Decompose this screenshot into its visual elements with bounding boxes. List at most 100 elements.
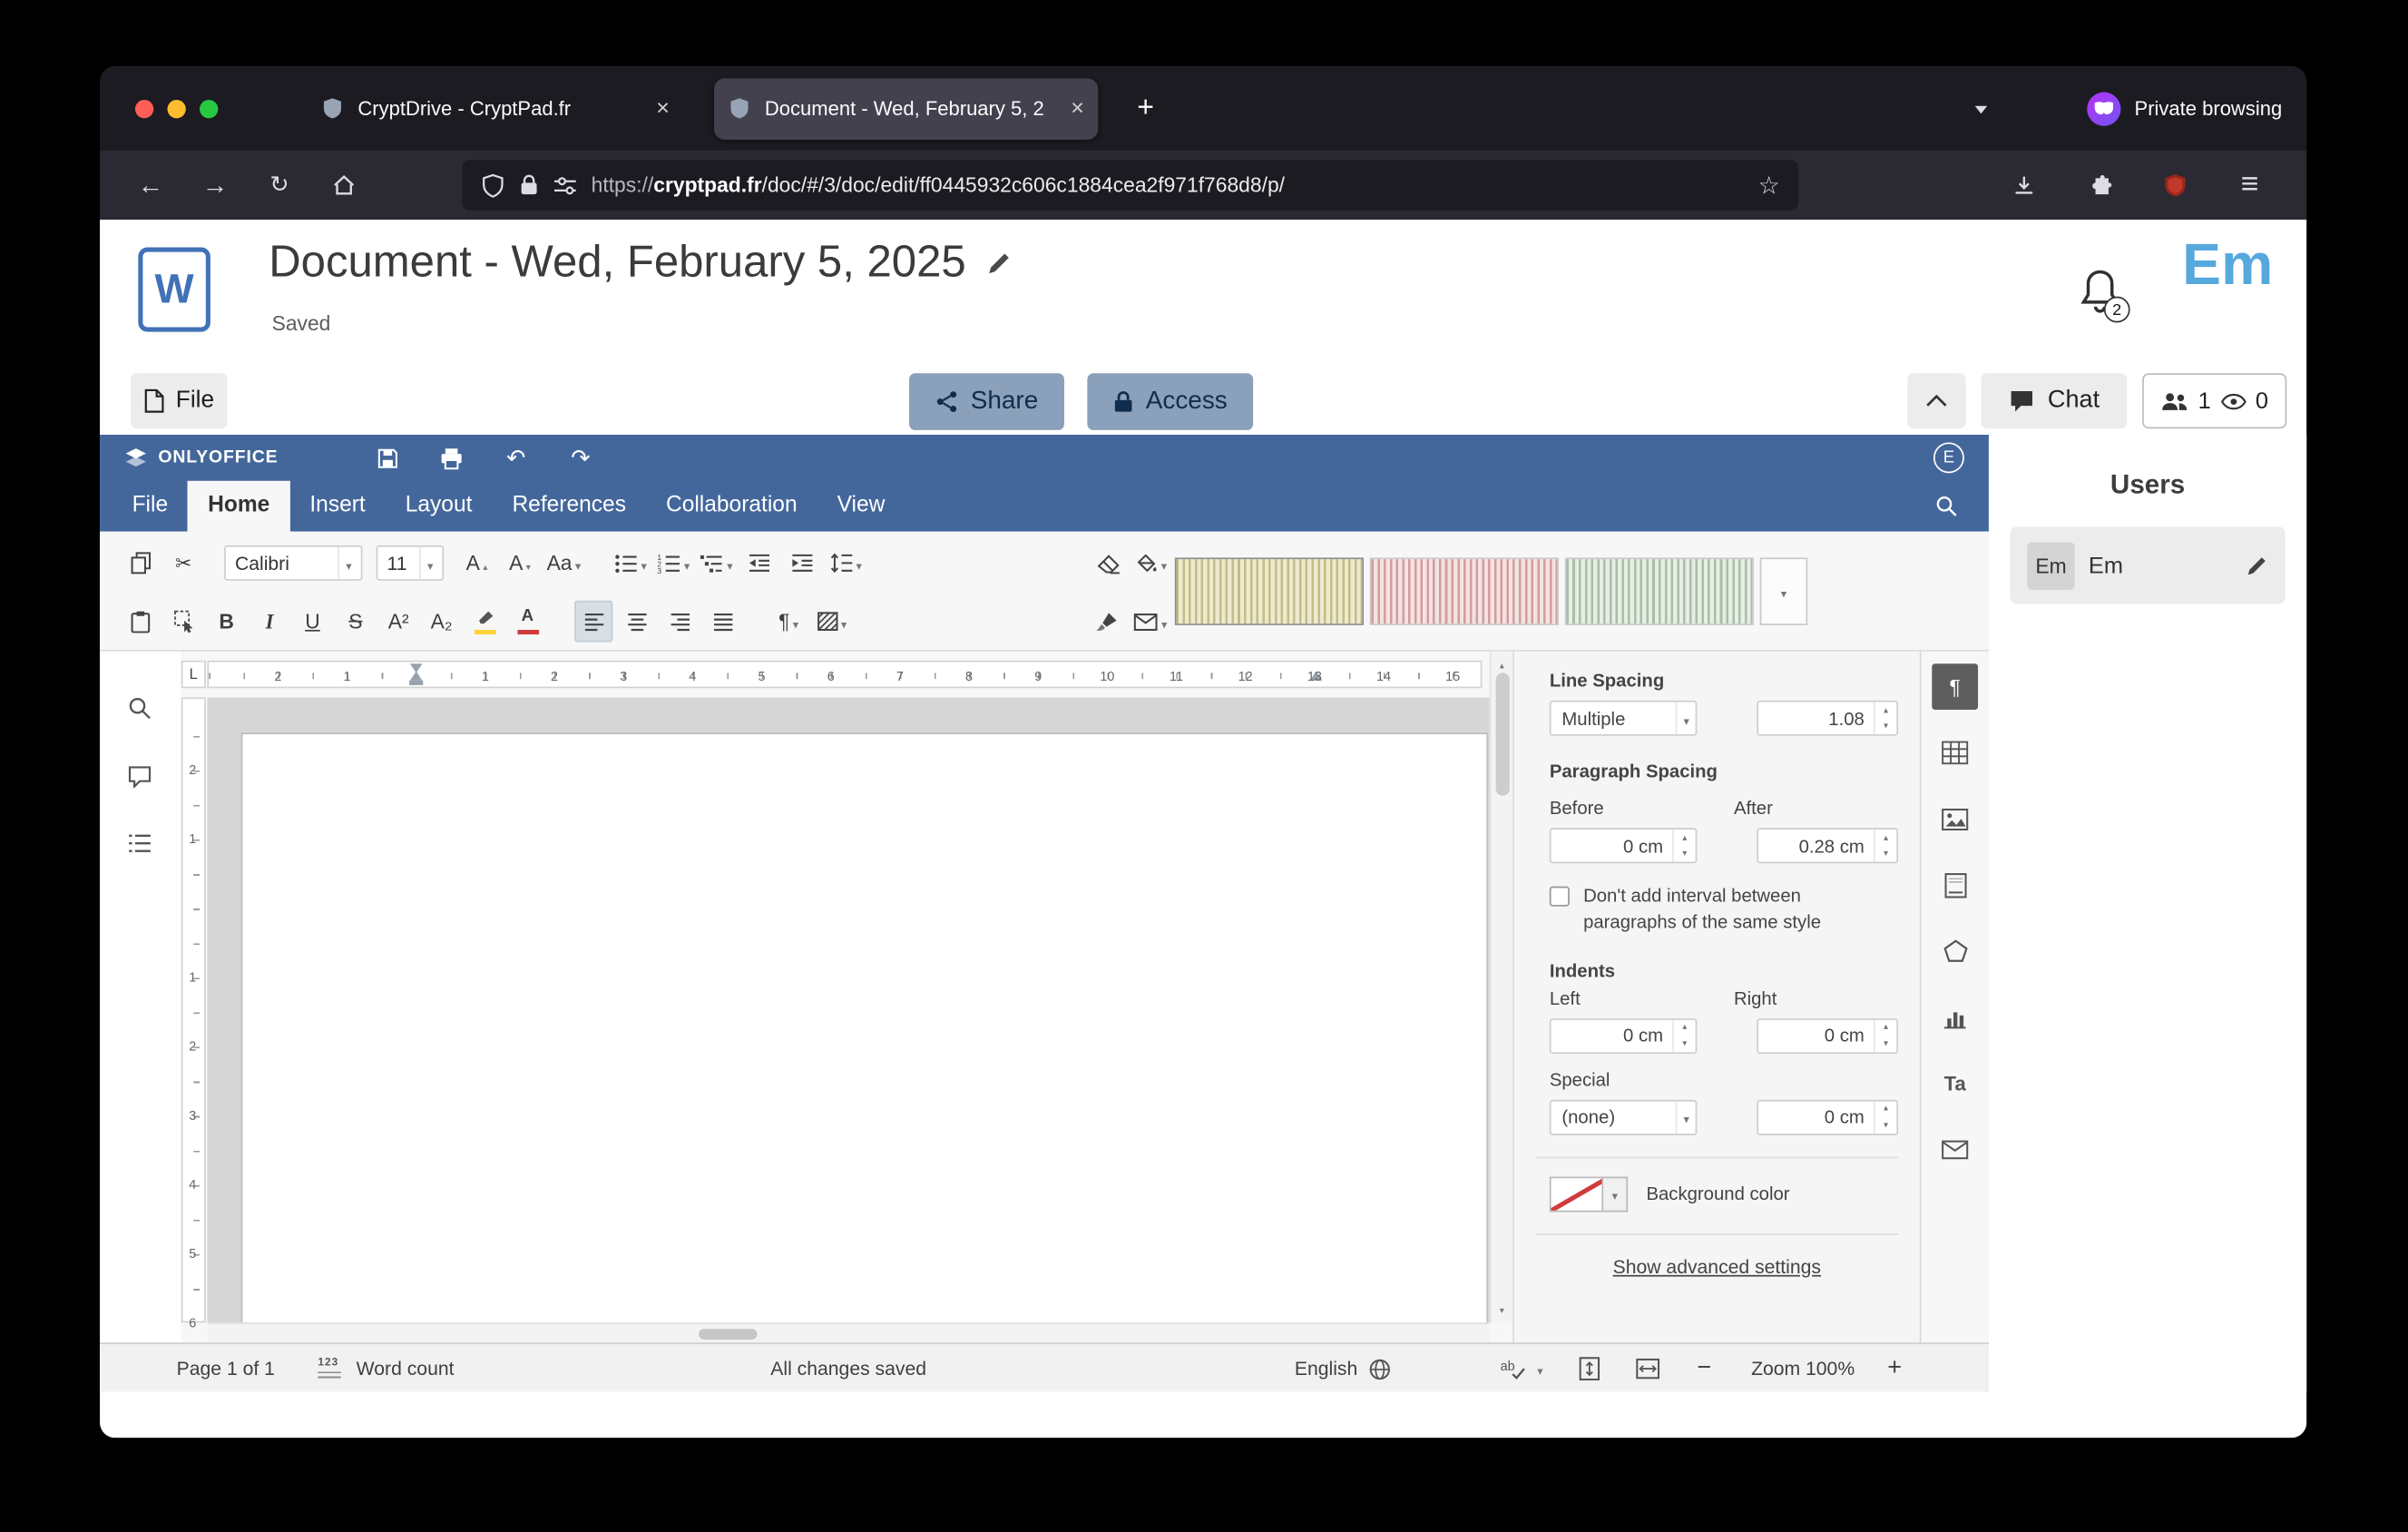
indent-right-field[interactable]: 0 cm xyxy=(1757,1018,1898,1054)
fit-page-button[interactable] xyxy=(1579,1344,1600,1393)
increase-font-button[interactable]: A xyxy=(457,542,495,584)
menu-insert[interactable]: Insert xyxy=(289,481,385,532)
no-color-swatch[interactable] xyxy=(1550,1176,1603,1212)
menu-references[interactable]: References xyxy=(492,481,646,532)
spell-check-button[interactable]: ab xyxy=(1501,1344,1543,1393)
menu-layout[interactable]: Layout xyxy=(386,481,493,532)
spinner[interactable] xyxy=(1874,1019,1896,1052)
list-tabs-button[interactable] xyxy=(1958,85,2004,132)
chart-settings-tab[interactable] xyxy=(1932,994,1978,1040)
copy-style-button[interactable] xyxy=(1088,601,1126,643)
print-button[interactable] xyxy=(435,441,468,475)
account-avatar[interactable]: Em xyxy=(2182,233,2273,300)
style-swatch-normal[interactable] xyxy=(1175,557,1364,624)
style-swatch-heading[interactable] xyxy=(1565,557,1754,624)
save-button[interactable] xyxy=(370,441,404,475)
redo-button[interactable] xyxy=(563,441,597,475)
access-button[interactable]: Access xyxy=(1087,373,1253,430)
url-text[interactable]: https://cryptpad.fr/doc/#/3/doc/edit/ff0… xyxy=(592,173,1285,196)
spacing-after-field[interactable]: 0.28 cm xyxy=(1757,828,1898,863)
vertical-scroll-thumb[interactable] xyxy=(1496,673,1510,795)
tracking-shield-icon[interactable] xyxy=(481,172,505,197)
numbering-button[interactable]: 123 xyxy=(655,542,693,584)
new-tab-button[interactable] xyxy=(1122,85,1169,132)
scroll-up-icon[interactable] xyxy=(1492,656,1513,673)
fullscreen-window-button[interactable] xyxy=(200,99,218,117)
document-canvas[interactable] xyxy=(208,697,1490,1322)
forward-button[interactable] xyxy=(191,161,240,210)
edit-name-pencil-icon[interactable] xyxy=(2246,554,2268,576)
tab-stop-selector[interactable]: L xyxy=(181,661,206,688)
no-interval-checkbox[interactable] xyxy=(1550,887,1570,907)
menu-home[interactable]: Home xyxy=(188,481,289,532)
table-settings-tab[interactable] xyxy=(1932,730,1978,776)
edit-title-pencil-icon[interactable] xyxy=(986,250,1013,277)
style-swatch-no-spacing[interactable] xyxy=(1370,557,1559,624)
menu-collaboration[interactable]: Collaboration xyxy=(646,481,817,532)
horizontal-scrollbar[interactable] xyxy=(208,1322,1490,1342)
nonprinting-characters-button[interactable] xyxy=(769,601,808,643)
select-all-button[interactable] xyxy=(164,601,202,643)
italic-button[interactable]: I xyxy=(250,601,289,643)
collapse-toolbar-button[interactable] xyxy=(1908,373,1966,428)
change-case-button[interactable]: Aa xyxy=(543,542,583,584)
undo-button[interactable] xyxy=(499,441,533,475)
copy-button[interactable] xyxy=(122,542,160,584)
advanced-settings-link[interactable]: Show advanced settings xyxy=(1536,1256,1898,1278)
line-spacing-amount-field[interactable]: 1.08 xyxy=(1757,701,1898,736)
subscript-button[interactable]: A₂ xyxy=(422,601,460,643)
spinner[interactable] xyxy=(1874,830,1896,862)
multilevel-list-button[interactable] xyxy=(698,542,736,584)
header-footer-settings-tab[interactable] xyxy=(1932,862,1978,908)
justify-button[interactable] xyxy=(703,601,741,643)
fit-width-button[interactable] xyxy=(1636,1344,1660,1393)
decrease-indent-button[interactable] xyxy=(740,542,778,584)
line-spacing-select[interactable]: Multiple xyxy=(1550,701,1697,736)
chat-button[interactable]: Chat xyxy=(1982,373,2128,428)
share-button[interactable]: Share xyxy=(909,373,1064,430)
back-button[interactable] xyxy=(126,161,175,210)
downloads-button[interactable] xyxy=(2000,161,2049,210)
spinner[interactable] xyxy=(1672,830,1695,862)
spinner[interactable] xyxy=(1874,702,1896,735)
bold-button[interactable]: B xyxy=(208,601,246,643)
tab-cryptdrive[interactable]: CryptDrive - CryptPad.fr xyxy=(308,77,684,139)
url-bar[interactable]: https://cryptpad.fr/doc/#/3/doc/edit/ff0… xyxy=(462,160,1798,211)
image-settings-tab[interactable] xyxy=(1932,796,1978,842)
style-gallery-expand-button[interactable] xyxy=(1760,557,1807,624)
zoom-level[interactable]: Zoom 100% xyxy=(1737,1344,1869,1393)
zoom-in-button[interactable]: + xyxy=(1887,1344,1902,1393)
special-amount-field[interactable]: 0 cm xyxy=(1757,1099,1898,1134)
text-art-settings-tab[interactable]: Ta xyxy=(1932,1060,1978,1106)
shape-settings-tab[interactable] xyxy=(1932,928,1978,974)
spinner[interactable] xyxy=(1874,1101,1896,1134)
vertical-scrollbar[interactable] xyxy=(1490,652,1512,1323)
hanging-indent-marker[interactable] xyxy=(410,664,423,680)
bookmark-star-icon[interactable] xyxy=(1757,170,1779,201)
ublock-button[interactable] xyxy=(2150,161,2199,210)
v-ruler[interactable]: 21123456 xyxy=(181,697,206,1322)
spinner[interactable] xyxy=(1672,1019,1695,1052)
user-list-button[interactable]: 1 0 xyxy=(2143,373,2287,428)
background-color-picker[interactable] xyxy=(1550,1176,1628,1212)
bullets-button[interactable] xyxy=(612,542,650,584)
reload-button[interactable] xyxy=(255,161,304,210)
menu-button[interactable] xyxy=(2226,161,2275,210)
document-page[interactable] xyxy=(242,734,1486,1322)
strikethrough-button[interactable]: S xyxy=(337,601,375,643)
close-tab-icon[interactable] xyxy=(1071,95,1084,122)
tab-document[interactable]: Document - Wed, February 5, 2 xyxy=(714,77,1098,139)
underline-button[interactable]: U xyxy=(293,601,331,643)
home-button[interactable] xyxy=(319,161,368,210)
cut-button[interactable] xyxy=(164,542,202,584)
chevron-down-icon[interactable] xyxy=(1603,1176,1628,1212)
h-ruler[interactable]: 21123456789101112131415 xyxy=(208,661,1483,688)
spacing-before-field[interactable]: 0 cm xyxy=(1550,828,1697,863)
scroll-down-icon[interactable] xyxy=(1492,1301,1513,1319)
paragraph-settings-tab[interactable] xyxy=(1932,663,1978,710)
menu-view[interactable]: View xyxy=(817,481,905,532)
editor-user-badge[interactable]: E xyxy=(1933,442,1964,473)
align-right-button[interactable] xyxy=(661,601,699,643)
close-tab-icon[interactable] xyxy=(656,95,670,122)
font-color-button[interactable]: A xyxy=(508,601,546,643)
